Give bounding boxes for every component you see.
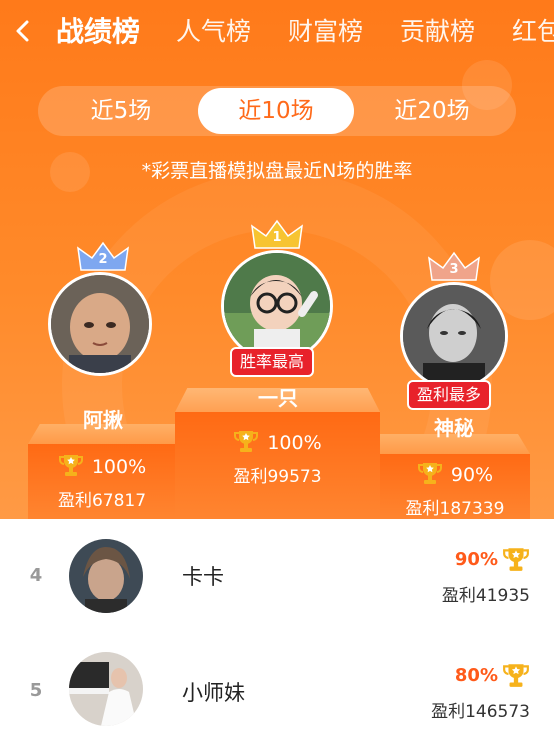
- tab-performance[interactable]: 战绩榜: [56, 14, 140, 50]
- rank-1-label: 1: [272, 230, 282, 245]
- avatar[interactable]: [48, 272, 152, 376]
- podium-second-profit: 盈利67817: [57, 491, 147, 511]
- win-rate-note: *彩票直播模拟盘最近N场的胜率: [141, 160, 413, 182]
- podium-third-profit: 盈利187339: [405, 499, 505, 519]
- list-item-name: 小师妹: [182, 681, 245, 705]
- list-item-profit: 盈利41935: [441, 586, 530, 606]
- leaderboard-header: 战绩榜 人气榜 财富榜 贡献榜 红包 近5场 近10场 近20场 *彩票直播模拟…: [0, 0, 554, 519]
- trophy-icon: [502, 545, 530, 573]
- list-item-name: 卡卡: [182, 565, 224, 589]
- top-nav: 战绩榜 人气榜 财富榜 贡献榜 红包: [0, 0, 554, 64]
- podium-third-name: 神秘: [434, 416, 474, 440]
- podium-second: 100% 盈利67817: [28, 424, 176, 519]
- avatar[interactable]: [400, 282, 508, 390]
- podium-first-name: 一只: [258, 386, 298, 410]
- podium-first-profit: 盈利99573: [233, 467, 322, 487]
- segment-last-5[interactable]: 近5场: [42, 88, 200, 134]
- avatar[interactable]: [69, 539, 143, 613]
- status-badge: 盈利最多: [407, 380, 492, 410]
- podium-second-rate: 100%: [91, 456, 147, 478]
- tab-wealth[interactable]: 财富榜: [288, 14, 363, 50]
- crown-1-icon: 1: [249, 218, 305, 252]
- tab-popularity[interactable]: 人气榜: [176, 14, 251, 50]
- podium-first-rate: 100%: [267, 432, 322, 454]
- rank-3-label: 3: [449, 262, 459, 277]
- trophy-icon: [233, 428, 259, 454]
- list-item-profit: 盈利146573: [431, 702, 530, 722]
- list-item-rate: 80%: [454, 665, 498, 686]
- tab-contribution[interactable]: 贡献榜: [400, 14, 475, 50]
- crown-3-icon: 3: [426, 250, 482, 284]
- list-item[interactable]: 4 卡卡 90% 盈利41935: [0, 519, 554, 637]
- avatar[interactable]: [69, 652, 143, 726]
- segment-last-20[interactable]: 近20场: [352, 88, 512, 134]
- list-item-rate: 90%: [454, 549, 498, 570]
- podium-third: 90% 盈利187339: [380, 434, 530, 519]
- trophy-icon: [502, 661, 530, 689]
- trophy-icon: [58, 452, 84, 478]
- rank-2-label: 2: [98, 252, 108, 267]
- status-badge: 胜率最高: [230, 347, 315, 377]
- chevron-left-icon[interactable]: [8, 14, 38, 48]
- rank-number: 4: [29, 565, 43, 586]
- tab-red-packet[interactable]: 红包: [512, 14, 554, 50]
- range-segmented-control: 近5场 近10场 近20场: [38, 86, 516, 136]
- avatar[interactable]: [221, 250, 333, 362]
- trophy-icon: [417, 460, 443, 486]
- rank-number: 5: [29, 680, 43, 701]
- podium-second-name: 阿揪: [83, 408, 123, 432]
- list-item[interactable]: 5 小师妹 80% 盈利146573: [0, 637, 554, 739]
- segment-last-10[interactable]: 近10场: [198, 88, 354, 134]
- crown-2-icon: 2: [75, 240, 131, 274]
- podium-third-rate: 90%: [450, 464, 494, 486]
